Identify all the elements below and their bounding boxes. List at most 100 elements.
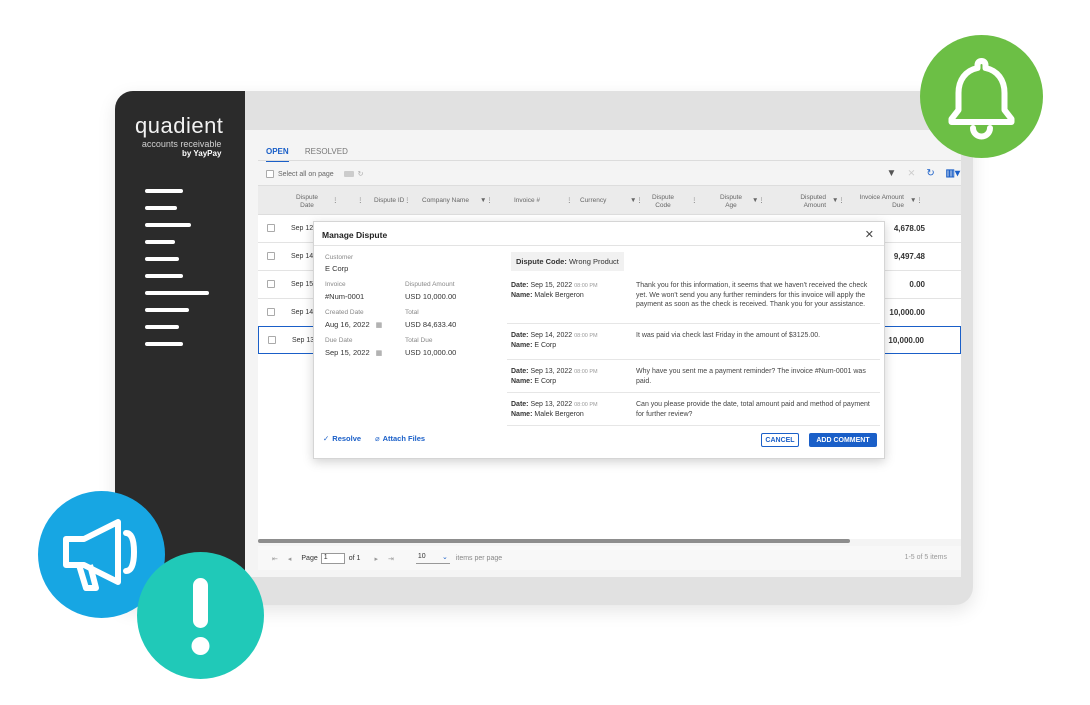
chevron-down-icon: ⌄ xyxy=(441,554,448,561)
total-due-label: Total Due xyxy=(405,337,433,344)
sidebar-item[interactable] xyxy=(145,342,183,346)
date-label: Date: xyxy=(511,332,529,339)
columns-icon[interactable]: ▥▾ xyxy=(946,168,960,179)
comment-name: Malek Bergeron xyxy=(534,411,584,418)
col-dispute-code[interactable]: Dispute Code xyxy=(650,194,676,210)
total-due-value: USD 10,000.00 xyxy=(405,348,457,357)
filter-icon[interactable]: ▼⋮ xyxy=(630,197,643,205)
sidebar-item[interactable] xyxy=(145,274,183,278)
page-input[interactable]: 1 xyxy=(320,553,345,564)
comment-item: Date: Sep 15, 2022 08:00 PM Name: Malek … xyxy=(507,274,880,324)
stage: quadient accounts receivable by YayPay O… xyxy=(0,0,1090,705)
pager: ⇤ ◂ Page 1 of 1 ▸ ⇥ 10 ⌄ items per page 1… xyxy=(258,546,961,570)
add-comment-button[interactable]: ADD COMMENT xyxy=(809,433,877,447)
tab-resolved[interactable]: RESOLVED xyxy=(305,147,348,160)
check-icon: ✓ xyxy=(323,434,330,443)
name-label: Name: xyxy=(511,411,533,418)
row-checkbox[interactable] xyxy=(267,252,275,260)
bell-badge xyxy=(920,35,1043,158)
col-menu-icon[interactable]: ⋮ xyxy=(332,197,339,205)
col-company-name[interactable]: Company Name xyxy=(422,197,469,205)
col-menu-icon[interactable]: ⋮ xyxy=(357,197,364,205)
due-date-value: Sep 15, 2022 xyxy=(325,348,370,357)
invoice-value[interactable]: #Num-0001 xyxy=(325,292,364,301)
sidebar-item[interactable] xyxy=(145,189,183,193)
prev-page-icon[interactable]: ◂ xyxy=(288,555,292,563)
row-amount-due: 9,497.48 xyxy=(893,252,925,261)
comment-list: Date: Sep 15, 2022 08:00 PM Name: Malek … xyxy=(507,274,880,426)
refresh-icon[interactable]: ↻ xyxy=(926,168,934,179)
comment-date: Sep 15, 2022 xyxy=(530,282,573,289)
col-menu-icon[interactable]: ⋮ xyxy=(566,197,573,205)
horizontal-scrollbar[interactable] xyxy=(258,539,850,543)
sidebar-item[interactable] xyxy=(145,325,179,329)
customer-value: E Corp xyxy=(325,264,349,273)
tabs-divider xyxy=(258,160,961,161)
clear-filter-icon[interactable]: ⨯ xyxy=(907,168,915,179)
created-date-value: Aug 16, 2022 xyxy=(325,320,370,329)
attach-files-button[interactable]: ⌀ Attach Files xyxy=(375,434,425,443)
date-label: Date: xyxy=(511,401,529,408)
customer-label: Customer xyxy=(325,254,354,261)
total-label: Total xyxy=(405,309,419,316)
calendar-icon[interactable]: ▦ xyxy=(376,322,383,329)
disputed-amount-label: Disputed Amount xyxy=(405,281,455,288)
sidebar-item[interactable] xyxy=(145,291,209,295)
col-menu-icon[interactable]: ⋮ xyxy=(691,197,698,205)
row-checkbox[interactable] xyxy=(267,280,275,288)
sidebar-item[interactable] xyxy=(145,223,191,227)
cancel-button[interactable]: CANCEL xyxy=(761,433,799,447)
comment-text: Can you please provide the date, total a… xyxy=(636,401,870,418)
row-amount-due: 10,000.00 xyxy=(888,336,924,345)
exclamation-icon xyxy=(191,578,210,655)
col-dispute-id[interactable]: Dispute ID xyxy=(374,197,404,205)
comment-time: 08:00 PM xyxy=(574,402,598,408)
name-label: Name: xyxy=(511,342,533,349)
comment-time: 08:00 PM xyxy=(574,283,598,289)
row-date: Sep 12, xyxy=(291,225,316,232)
col-disputed-amount[interactable]: Disputed Amount xyxy=(788,194,826,210)
comment-name: E Corp xyxy=(534,378,557,385)
comment-item: Date: Sep 14, 2022 08:00 PM Name: E Corp… xyxy=(507,324,880,360)
filter-icon[interactable]: ▼⋮ xyxy=(480,197,493,205)
sidebar-item[interactable] xyxy=(145,206,177,210)
next-page-icon[interactable]: ▸ xyxy=(374,555,378,563)
comment-name: E Corp xyxy=(534,342,557,349)
col-dispute-date[interactable]: Dispute Date xyxy=(292,194,322,210)
col-currency[interactable]: Currency xyxy=(580,197,606,205)
sidebar-item[interactable] xyxy=(145,240,175,244)
row-checkbox[interactable] xyxy=(268,336,276,344)
comment-meta: Date: Sep 14, 2022 08:00 PM Name: E Corp xyxy=(511,331,598,350)
created-date-field[interactable]: Aug 16, 2022 ▦ xyxy=(325,320,382,329)
dispute-code-value: Wrong Product xyxy=(568,257,619,266)
comment-name: Malek Bergeron xyxy=(534,292,584,299)
row-checkbox[interactable] xyxy=(267,224,275,232)
per-page-select[interactable]: 10 ⌄ xyxy=(415,553,450,564)
last-page-icon[interactable]: ⇥ xyxy=(388,555,394,563)
manage-dispute-dialog: Manage Dispute ✕ Customer E Corp Invoice… xyxy=(313,221,885,459)
filter-icon[interactable]: ▼⋮ xyxy=(832,197,845,205)
bulk-action-icon[interactable] xyxy=(343,171,354,177)
resolve-button[interactable]: ✓ Resolve xyxy=(323,434,361,443)
col-dispute-age[interactable]: Dispute Age xyxy=(714,194,748,210)
col-menu-icon[interactable]: ⋮ xyxy=(404,197,411,205)
close-icon[interactable]: ✕ xyxy=(865,228,874,241)
due-date-field[interactable]: Sep 15, 2022 ▦ xyxy=(325,348,382,357)
refresh-small-icon[interactable]: ↻ xyxy=(358,170,364,178)
col-invoice[interactable]: Invoice # xyxy=(514,197,540,205)
calendar-icon[interactable]: ▦ xyxy=(376,350,383,357)
first-page-icon[interactable]: ⇤ xyxy=(272,555,278,563)
col-invoice-amount-due[interactable]: Invoice Amount Due xyxy=(850,194,904,210)
sidebar-item[interactable] xyxy=(145,308,189,312)
select-all-checkbox[interactable] xyxy=(266,170,274,178)
filter-icon[interactable]: ▼⋮ xyxy=(752,197,765,205)
comment-time: 08:00 PM xyxy=(574,333,598,339)
filter-icon[interactable]: ▼⋮ xyxy=(910,197,923,205)
row-amount-due: 4,678.05 xyxy=(893,224,925,233)
alert-badge xyxy=(137,552,264,679)
row-checkbox[interactable] xyxy=(267,308,275,316)
comment-text: It was paid via check last Friday in the… xyxy=(636,332,821,339)
filter-icon[interactable]: ▼ xyxy=(887,168,897,179)
date-label: Date: xyxy=(511,368,529,375)
sidebar-item[interactable] xyxy=(145,257,179,261)
